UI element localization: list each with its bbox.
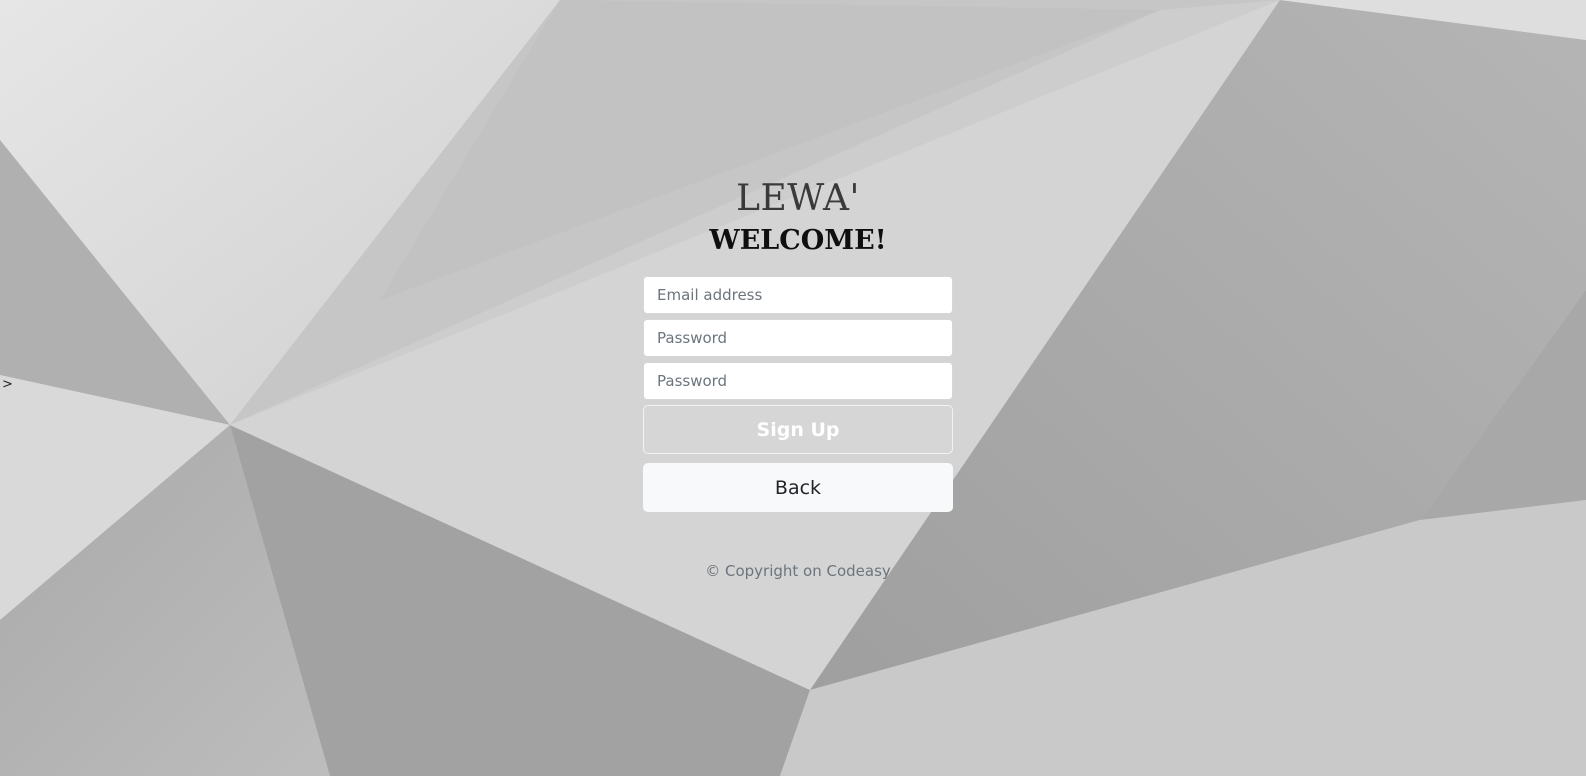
back-button[interactable]: Back [643,463,953,512]
sign-up-button[interactable]: Sign Up [643,405,953,454]
confirm-password-field[interactable] [643,362,953,400]
copyright-text: © Copyright on Codeasy [705,562,891,580]
welcome-heading: WELCOME! [709,225,887,256]
brand-title: LEWA' [736,178,860,219]
email-field[interactable] [643,276,953,314]
stray-chevron-text: > [2,377,13,392]
signup-form: LEWA' WELCOME! Sign Up Back © Copyright … [643,178,953,580]
password-field[interactable] [643,319,953,357]
